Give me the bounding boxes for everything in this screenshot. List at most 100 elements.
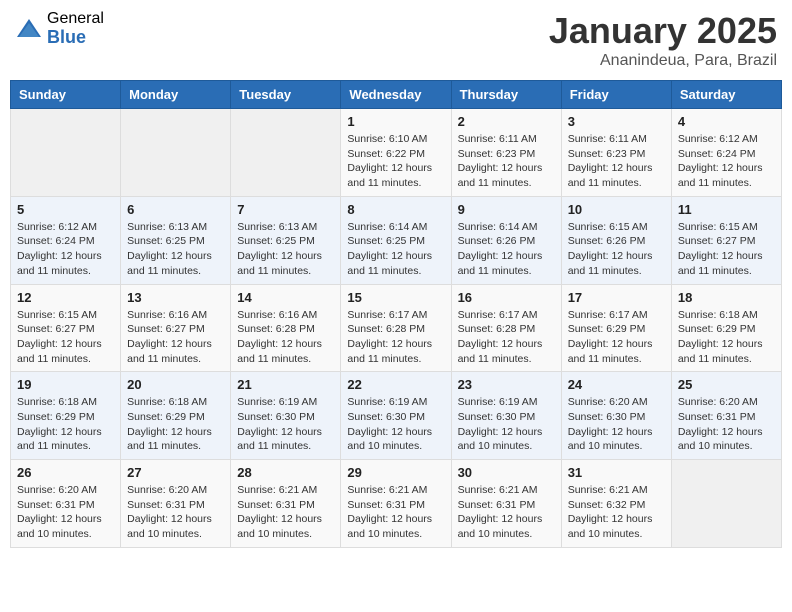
day-number: 3 [568,114,665,129]
day-number: 12 [17,290,114,305]
day-number: 20 [127,377,224,392]
calendar-cell: 27 Sunrise: 6:20 AM Sunset: 6:31 PM Dayli… [121,460,231,548]
day-info: Sunrise: 6:17 AM Sunset: 6:28 PM Dayligh… [347,308,444,367]
day-info: Sunrise: 6:21 AM Sunset: 6:31 PM Dayligh… [237,483,334,542]
day-info: Sunrise: 6:12 AM Sunset: 6:24 PM Dayligh… [17,220,114,279]
day-info: Sunrise: 6:18 AM Sunset: 6:29 PM Dayligh… [127,395,224,454]
calendar-cell: 22Sunrise: 6:19 AM Sunset: 6:30 PM Dayli… [341,372,451,460]
calendar-cell: 5 Sunrise: 6:12 AM Sunset: 6:24 PM Daylig… [11,196,121,284]
logo-text: General Blue [47,10,104,47]
day-info: Sunrise: 6:13 AM Sunset: 6:25 PM Dayligh… [127,220,224,279]
day-info: Sunrise: 6:14 AM Sunset: 6:26 PM Dayligh… [458,220,555,279]
day-info: Sunrise: 6:11 AM Sunset: 6:23 PM Dayligh… [458,132,555,191]
calendar-cell: 31Sunrise: 6:21 AM Sunset: 6:32 PM Dayli… [561,460,671,548]
title-block: January 2025 Ananindeua, Para, Brazil [549,10,777,70]
calendar-title: January 2025 [549,10,777,52]
day-info: Sunrise: 6:21 AM Sunset: 6:31 PM Dayligh… [347,483,444,542]
day-number: 15 [347,290,444,305]
day-info: Sunrise: 6:16 AM Sunset: 6:28 PM Dayligh… [237,308,334,367]
calendar-cell: 25 Sunrise: 6:20 AM Sunset: 6:31 PM Dayli… [671,372,781,460]
calendar-cell: 8 Sunrise: 6:14 AM Sunset: 6:25 PM Daylig… [341,196,451,284]
calendar-cell: 29Sunrise: 6:21 AM Sunset: 6:31 PM Dayli… [341,460,451,548]
calendar-subtitle: Ananindeua, Para, Brazil [549,52,777,70]
day-number: 8 [347,202,444,217]
day-number: 28 [237,465,334,480]
day-info: Sunrise: 6:21 AM Sunset: 6:31 PM Dayligh… [458,483,555,542]
calendar-header-row: SundayMondayTuesdayWednesdayThursdayFrid… [11,81,782,109]
calendar-cell: 30 Sunrise: 6:21 AM Sunset: 6:31 PM Dayli… [451,460,561,548]
calendar-week-row: 26 Sunrise: 6:20 AM Sunset: 6:31 PM Dayli… [11,460,782,548]
logo: General Blue [15,10,104,47]
calendar-cell: 1 Sunrise: 6:10 AM Sunset: 6:22 PM Daylig… [341,109,451,197]
calendar-cell: 3 Sunrise: 6:11 AM Sunset: 6:23 PM Daylig… [561,109,671,197]
day-number: 18 [678,290,775,305]
calendar-cell: 13Sunrise: 6:16 AM Sunset: 6:27 PM Dayli… [121,284,231,372]
day-info: Sunrise: 6:14 AM Sunset: 6:25 PM Dayligh… [347,220,444,279]
calendar-cell: 21 Sunrise: 6:19 AM Sunset: 6:30 PM Dayli… [231,372,341,460]
calendar-cell: 14 Sunrise: 6:16 AM Sunset: 6:28 PM Dayli… [231,284,341,372]
calendar-cell: 10Sunrise: 6:15 AM Sunset: 6:26 PM Dayli… [561,196,671,284]
weekday-header: Saturday [671,81,781,109]
weekday-header: Monday [121,81,231,109]
day-info: Sunrise: 6:18 AM Sunset: 6:29 PM Dayligh… [678,308,775,367]
calendar-cell: 16 Sunrise: 6:17 AM Sunset: 6:28 PM Dayli… [451,284,561,372]
calendar-week-row: 19 Sunrise: 6:18 AM Sunset: 6:29 PM Dayli… [11,372,782,460]
calendar-cell: 26 Sunrise: 6:20 AM Sunset: 6:31 PM Dayli… [11,460,121,548]
calendar-cell: 6 Sunrise: 6:13 AM Sunset: 6:25 PM Daylig… [121,196,231,284]
day-number: 21 [237,377,334,392]
calendar-cell: 7Sunrise: 6:13 AM Sunset: 6:25 PM Daylig… [231,196,341,284]
calendar-week-row: 1 Sunrise: 6:10 AM Sunset: 6:22 PM Daylig… [11,109,782,197]
calendar-week-row: 12 Sunrise: 6:15 AM Sunset: 6:27 PM Dayli… [11,284,782,372]
day-info: Sunrise: 6:20 AM Sunset: 6:31 PM Dayligh… [127,483,224,542]
day-info: Sunrise: 6:20 AM Sunset: 6:30 PM Dayligh… [568,395,665,454]
day-number: 24 [568,377,665,392]
calendar-week-row: 5 Sunrise: 6:12 AM Sunset: 6:24 PM Daylig… [11,196,782,284]
day-info: Sunrise: 6:20 AM Sunset: 6:31 PM Dayligh… [17,483,114,542]
calendar-cell [671,460,781,548]
day-info: Sunrise: 6:15 AM Sunset: 6:26 PM Dayligh… [568,220,665,279]
day-info: Sunrise: 6:20 AM Sunset: 6:31 PM Dayligh… [678,395,775,454]
weekday-header: Friday [561,81,671,109]
day-info: Sunrise: 6:15 AM Sunset: 6:27 PM Dayligh… [17,308,114,367]
day-info: Sunrise: 6:10 AM Sunset: 6:22 PM Dayligh… [347,132,444,191]
day-info: Sunrise: 6:17 AM Sunset: 6:28 PM Dayligh… [458,308,555,367]
day-number: 16 [458,290,555,305]
calendar-cell: 4 Sunrise: 6:12 AM Sunset: 6:24 PM Daylig… [671,109,781,197]
calendar-table: SundayMondayTuesdayWednesdayThursdayFrid… [10,80,782,548]
logo-blue: Blue [47,28,104,48]
day-info: Sunrise: 6:19 AM Sunset: 6:30 PM Dayligh… [237,395,334,454]
calendar-cell: 18 Sunrise: 6:18 AM Sunset: 6:29 PM Dayli… [671,284,781,372]
day-number: 11 [678,202,775,217]
calendar-cell: 17Sunrise: 6:17 AM Sunset: 6:29 PM Dayli… [561,284,671,372]
day-info: Sunrise: 6:11 AM Sunset: 6:23 PM Dayligh… [568,132,665,191]
day-info: Sunrise: 6:21 AM Sunset: 6:32 PM Dayligh… [568,483,665,542]
day-number: 23 [458,377,555,392]
day-info: Sunrise: 6:15 AM Sunset: 6:27 PM Dayligh… [678,220,775,279]
day-number: 1 [347,114,444,129]
day-number: 25 [678,377,775,392]
day-number: 17 [568,290,665,305]
day-number: 19 [17,377,114,392]
weekday-header: Sunday [11,81,121,109]
day-number: 27 [127,465,224,480]
day-info: Sunrise: 6:13 AM Sunset: 6:25 PM Dayligh… [237,220,334,279]
day-number: 13 [127,290,224,305]
weekday-header: Tuesday [231,81,341,109]
calendar-cell: 11 Sunrise: 6:15 AM Sunset: 6:27 PM Dayli… [671,196,781,284]
day-number: 30 [458,465,555,480]
day-number: 4 [678,114,775,129]
day-number: 26 [17,465,114,480]
day-number: 9 [458,202,555,217]
page-header: General Blue January 2025 Ananindeua, Pa… [10,10,782,70]
day-number: 14 [237,290,334,305]
day-number: 6 [127,202,224,217]
day-info: Sunrise: 6:12 AM Sunset: 6:24 PM Dayligh… [678,132,775,191]
calendar-cell: 9 Sunrise: 6:14 AM Sunset: 6:26 PM Daylig… [451,196,561,284]
day-number: 5 [17,202,114,217]
calendar-cell: 23 Sunrise: 6:19 AM Sunset: 6:30 PM Dayli… [451,372,561,460]
day-info: Sunrise: 6:19 AM Sunset: 6:30 PM Dayligh… [458,395,555,454]
calendar-cell [121,109,231,197]
day-info: Sunrise: 6:18 AM Sunset: 6:29 PM Dayligh… [17,395,114,454]
calendar-cell: 24 Sunrise: 6:20 AM Sunset: 6:30 PM Dayli… [561,372,671,460]
calendar-cell: 20 Sunrise: 6:18 AM Sunset: 6:29 PM Dayli… [121,372,231,460]
